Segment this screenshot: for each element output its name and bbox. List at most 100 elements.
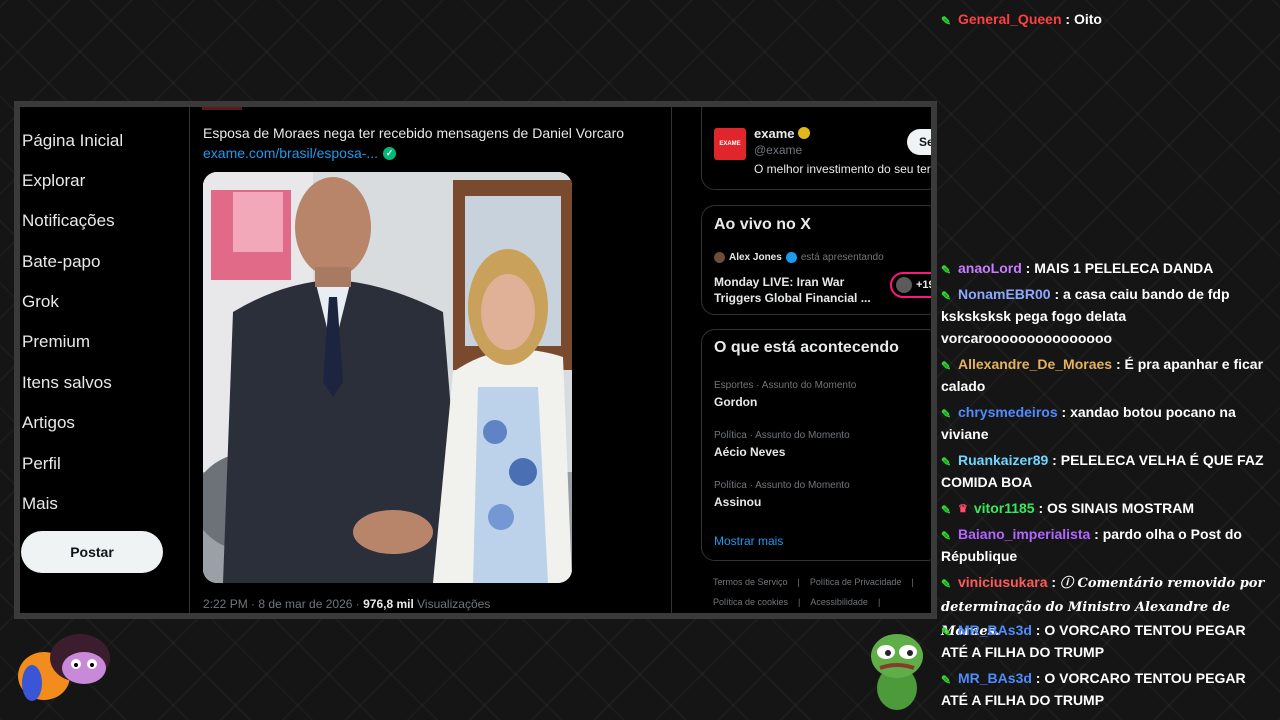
chat-message: ✎ Allexandre_De_Moraes : É pra apanhar e … — [941, 356, 1264, 394]
mod-badge-icon: ✎ — [941, 14, 952, 28]
tweet-meta: 2:22 PM · 8 de mar de 2026 · 976,8 mil V… — [203, 597, 490, 611]
chat-message: ✎ anaoLord : MAIS 1 PELELECA DANDA — [941, 260, 1214, 277]
chat-message: ✎ MR_BAs3d : O VORCARO TENTOU PEGAR ATÉ A… — [941, 622, 1246, 660]
nav-item-chat[interactable]: Bate-papo — [22, 252, 100, 272]
tweet-timestamp[interactable]: 2:22 PM · 8 de mar de 2026 · — [203, 597, 363, 611]
mod-badge-icon: ✎ — [941, 673, 952, 687]
account-bio: O melhor investimento do seu ter — [754, 162, 931, 176]
chat-message: ✎ Ruankaizer89 : PELELECA VELHA É QUE FAZ… — [941, 452, 1264, 490]
exame-avatar[interactable]: EXAME — [714, 128, 746, 160]
footer-separator: | — [877, 597, 881, 607]
nav-item-premium[interactable]: Premium — [22, 332, 90, 352]
follow-button[interactable]: Se — [907, 129, 931, 155]
trend-item[interactable]: Esportes · Assunto do Momento Gordon — [714, 380, 856, 409]
chat-text: MAIS 1 PELELECA DANDA — [1034, 260, 1214, 276]
listener-avatar — [896, 277, 912, 293]
host-avatar — [714, 252, 725, 263]
mod-badge-icon: ✎ — [941, 455, 952, 469]
chat-message: ✎ General_Queen : Oito — [941, 11, 1102, 28]
chat-username[interactable]: chrysmedeiros — [958, 404, 1058, 420]
footer-link-cookies[interactable]: Política de cookies — [713, 597, 788, 607]
trend-name[interactable]: Aécio Neves — [714, 445, 850, 459]
x-app-window: Página Inicial Explorar Notificações Bat… — [20, 107, 931, 613]
nav-item-grok[interactable]: Grok — [22, 292, 59, 312]
chat-message: ✎ ♛ vitor1185 : OS SINAIS MOSTRAM — [941, 497, 1271, 520]
chat-username[interactable]: viniciusukara — [958, 574, 1048, 590]
trend-name[interactable]: Assinou — [714, 495, 850, 509]
mod-badge-icon: ✎ — [941, 263, 952, 277]
account-name[interactable]: exame — [754, 126, 811, 141]
listener-count: +19 — [916, 279, 931, 291]
nav-item-home[interactable]: Página Inicial — [22, 131, 123, 151]
trend-name[interactable]: Gordon — [714, 395, 856, 409]
chat-message: ✎ Baiano_imperialista : pardo olha o Post… — [941, 526, 1242, 564]
chat-username[interactable]: MR_BAs3d — [958, 670, 1032, 686]
right-sidebar: EXAME exame @exame O melhor investimento… — [673, 107, 931, 613]
mod-badge-icon: ✎ — [941, 359, 952, 373]
tweet-view-count: 976,8 mil — [363, 597, 414, 611]
chat-message: ✎ chrysmedeiros : xandao botou pocano na … — [941, 404, 1236, 442]
footer-separator: | — [798, 597, 801, 607]
show-more-link[interactable]: Mostrar mais — [714, 534, 783, 548]
verified-check-icon: ✓ — [383, 146, 397, 160]
tweet-link[interactable]: exame.com/brasil/esposa-... ✓ — [203, 145, 397, 161]
mod-badge-icon: ✎ — [941, 503, 952, 517]
stream-chat: ✎ General_Queen : Oito ✎ anaoLord: MAIS… — [940, 0, 1280, 720]
footer-link-accessibility[interactable]: Acessibilidade — [810, 597, 868, 607]
live-show-line-2[interactable]: Triggers Global Financial ... — [714, 290, 871, 306]
live-title: Ao vivo no X — [714, 216, 811, 233]
nav-item-notifications[interactable]: Notificações — [22, 211, 115, 231]
nav-item-explore[interactable]: Explorar — [22, 171, 85, 191]
trend-category: Política · Assunto do Momento — [714, 480, 850, 491]
chat-username[interactable]: vitor1185 — [974, 500, 1035, 516]
chat-username[interactable]: Allexandre_De_Moraes — [958, 356, 1112, 372]
live-show-line-1[interactable]: Monday LIVE: Iran War — [714, 274, 871, 290]
live-show-title[interactable]: Monday LIVE: Iran War Triggers Global Fi… — [714, 274, 871, 306]
host-name[interactable]: Alex Jones — [729, 252, 782, 263]
chat-username[interactable]: MR_BAs3d — [958, 622, 1032, 638]
chat-username[interactable]: Ruankaizer89 — [958, 452, 1048, 468]
subscriber-badge-icon: ♛ — [958, 503, 968, 515]
trends-card: O que está acontecendo Esportes · Assunt… — [701, 329, 931, 561]
tweet-photo-image — [203, 172, 572, 583]
scrolled-content-edge — [202, 107, 242, 110]
nav-item-articles[interactable]: Artigos — [22, 413, 75, 433]
nav-item-more[interactable]: Mais — [22, 494, 58, 514]
tweet-column: Esposa de Moraes nega ter recebido mensa… — [190, 107, 672, 613]
nav-item-bookmarks[interactable]: Itens salvos — [22, 373, 112, 393]
tweet-photo[interactable] — [203, 172, 572, 583]
stream-overlay: Página Inicial Explorar Notificações Bat… — [0, 0, 1280, 720]
tweet-text: Esposa de Moraes nega ter recebido mensa… — [203, 125, 625, 141]
footer-link-privacy[interactable]: Política de Privacidade — [810, 577, 902, 587]
browser-frame: Página Inicial Explorar Notificações Bat… — [14, 101, 937, 619]
pepe-frog-sticker-icon — [871, 634, 923, 710]
mod-badge-icon: ✎ — [941, 289, 952, 303]
mod-badge-icon: ✎ — [941, 529, 952, 543]
account-name-text[interactable]: exame — [754, 126, 794, 141]
footer-links-row-1: Termos de Serviço | Política de Privacidad… — [713, 577, 924, 587]
trend-item[interactable]: Política · Assunto do Momento Assinou — [714, 480, 850, 509]
account-handle: @exame — [754, 143, 803, 157]
mod-badge-icon: ✎ — [941, 577, 952, 591]
live-host[interactable]: Alex Jones está apresentando — [714, 252, 884, 263]
gold-verified-icon — [798, 127, 811, 139]
chat-message: ✎ NonamEBR00 : a casa caiu bando de fdp k… — [941, 286, 1230, 346]
who-to-follow-card: EXAME exame @exame O melhor investimento… — [701, 107, 931, 190]
footer-separator: | — [797, 577, 800, 587]
tweet-link-text[interactable]: exame.com/brasil/esposa-... — [203, 145, 378, 161]
trend-item[interactable]: Política · Assunto do Momento Aécio Neve… — [714, 430, 850, 459]
footer-link-terms[interactable]: Termos de Serviço — [713, 577, 788, 587]
chat-text: Oito — [1073, 11, 1102, 27]
cartoon-sticker-icon — [18, 634, 110, 701]
tweet-views-label: Visualizações — [413, 597, 491, 611]
chat-message: ✎ MR_BAs3d : O VORCARO TENTOU PEGAR ATÉ A… — [941, 670, 1246, 708]
chat-username[interactable]: Baiano_imperialista — [958, 526, 1090, 542]
host-suffix: está apresentando — [800, 252, 884, 263]
post-button[interactable]: Postar — [21, 531, 163, 573]
chat-username[interactable]: NonamEBR00 — [958, 286, 1051, 302]
live-listeners[interactable]: +19 — [890, 272, 931, 298]
nav-item-profile[interactable]: Perfil — [22, 454, 61, 474]
chat-username[interactable]: anaoLord — [958, 260, 1022, 276]
chat-username[interactable]: General_Queen — [958, 11, 1062, 27]
trend-category: Esportes · Assunto do Momento — [714, 380, 857, 391]
